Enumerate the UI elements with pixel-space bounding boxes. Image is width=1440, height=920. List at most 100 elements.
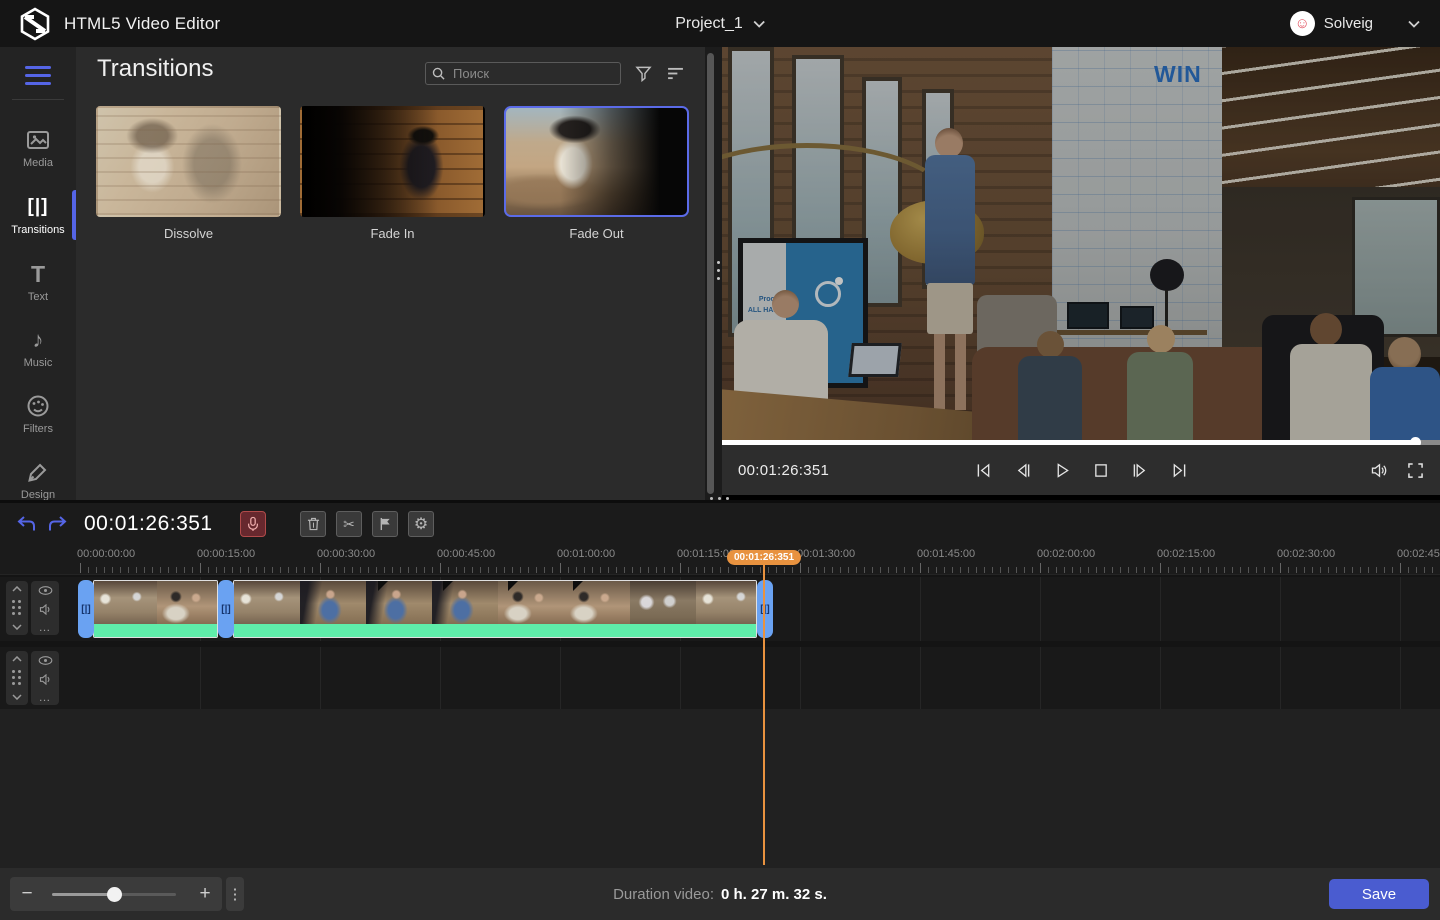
ruler-tick	[1056, 567, 1057, 573]
preview-video-frame[interactable]: WIN ProofALL HANDS	[722, 47, 1440, 445]
ruler-tick	[768, 567, 769, 573]
mute-speaker-icon[interactable]	[39, 604, 52, 615]
ruler-tick	[1016, 567, 1017, 573]
drag-handle-icon[interactable]	[12, 670, 22, 686]
transition-handle[interactable]: [|]	[218, 580, 234, 638]
skip-end-button[interactable]	[1168, 459, 1190, 481]
ruler-tick	[792, 567, 793, 573]
track-gridline	[920, 577, 921, 641]
play-button[interactable]	[1051, 459, 1073, 481]
ruler-tick	[616, 567, 617, 573]
ruler-tick	[984, 567, 985, 573]
video-clip[interactable]	[93, 580, 218, 638]
visibility-eye-icon[interactable]	[38, 656, 53, 665]
chevron-up-icon[interactable]	[12, 656, 22, 662]
app-title: HTML5 Video Editor	[64, 14, 220, 34]
timeline-resize-handle[interactable]	[710, 497, 729, 500]
sidebar-item-text[interactable]: T Text	[0, 251, 76, 313]
duration-info: Duration video: 0 h. 27 m. 32 s.	[0, 868, 1440, 920]
visibility-eye-icon[interactable]	[38, 586, 53, 595]
cut-button[interactable]: ✂	[336, 511, 362, 537]
transition-handle[interactable]: [|]	[78, 580, 94, 638]
video-clip[interactable]	[233, 580, 757, 638]
sidebar-item-music[interactable]: ♪ Music	[0, 317, 76, 379]
transition-thumbnail	[300, 106, 485, 217]
chevron-down-icon[interactable]	[12, 694, 22, 700]
sidebar-item-transitions[interactable]: [|] Transitions	[0, 184, 76, 246]
transition-handle[interactable]: [|]	[757, 580, 773, 638]
user-menu[interactable]: ☺ Solveig	[1290, 0, 1420, 47]
settings-button[interactable]: ⚙	[408, 511, 434, 537]
save-button[interactable]: Save	[1329, 879, 1429, 909]
track-gridline	[560, 647, 561, 709]
undo-button[interactable]	[14, 512, 38, 536]
divider-drag-handle[interactable]	[717, 261, 720, 280]
ruler-tick	[288, 567, 289, 573]
step-back-button[interactable]	[1012, 459, 1034, 481]
ruler-tick	[464, 567, 465, 573]
ruler-tick	[1064, 567, 1065, 573]
ruler-tick	[992, 567, 993, 573]
panel-scrollbar[interactable]	[707, 53, 714, 494]
marker-button[interactable]	[372, 511, 398, 537]
ruler-tick	[536, 567, 537, 573]
skip-start-button[interactable]	[973, 459, 995, 481]
record-voice-button[interactable]	[240, 511, 266, 537]
track-gridline	[320, 647, 321, 709]
transition-card-fade-in[interactable]: Fade In	[300, 106, 485, 241]
sort-button[interactable]	[662, 60, 688, 86]
volume-icon[interactable]	[1368, 459, 1390, 481]
project-selector[interactable]: Project_1	[675, 0, 765, 47]
video-preview: WIN ProofALL HANDS	[722, 47, 1440, 500]
playhead-time-badge[interactable]: 00:01:26:351	[727, 550, 801, 565]
track-gridline	[200, 647, 201, 709]
delete-button[interactable]	[300, 511, 326, 537]
ruler-tick	[312, 567, 313, 573]
ruler-tick	[432, 567, 433, 573]
ruler-tick	[1160, 563, 1161, 573]
ruler-tick	[200, 563, 201, 573]
ruler-tick	[376, 567, 377, 573]
ruler-tick	[752, 567, 753, 573]
fullscreen-icon[interactable]	[1404, 459, 1426, 481]
ruler-tick	[408, 567, 409, 573]
redo-button[interactable]	[46, 512, 70, 536]
track-1-controls: …	[31, 581, 59, 635]
playhead[interactable]	[763, 551, 765, 865]
search-input[interactable]	[451, 65, 614, 82]
ruler-tick	[512, 567, 513, 573]
timeline-ruler[interactable]: 00:00:00:0000:00:15:0000:00:30:0000:00:4…	[0, 545, 1440, 575]
filter-button[interactable]	[630, 60, 656, 86]
ruler-tick	[952, 567, 953, 573]
drag-handle-icon[interactable]	[12, 600, 22, 616]
ruler-tick	[656, 567, 657, 573]
ruler-tick	[1072, 567, 1073, 573]
ruler-tick	[1120, 567, 1121, 573]
track-more-icon[interactable]: …	[39, 624, 52, 630]
ruler-tick	[1216, 567, 1217, 573]
ruler-tick	[1376, 567, 1377, 573]
sidebar-item-filters[interactable]: Filters	[0, 383, 76, 445]
ruler-tick	[1304, 567, 1305, 573]
ruler-tick	[672, 567, 673, 573]
progress-knob[interactable]	[1410, 437, 1421, 445]
mute-speaker-icon[interactable]	[39, 674, 52, 685]
chevron-down-icon[interactable]	[12, 624, 22, 630]
track-gridline	[1160, 647, 1161, 709]
stop-button[interactable]	[1090, 459, 1112, 481]
menu-button[interactable]	[0, 55, 76, 95]
step-forward-button[interactable]	[1129, 459, 1151, 481]
track-more-icon[interactable]: …	[39, 694, 52, 700]
ruler-tick	[832, 567, 833, 573]
transition-thumbnail	[96, 106, 281, 217]
transition-card-fade-out[interactable]: Fade Out	[504, 106, 689, 241]
ruler-label: 00:01:00:00	[557, 548, 615, 560]
timeline-section: 00:01:26:351 ✂ ⚙ 00:00:00:0000:00:15:000…	[0, 500, 1440, 868]
ruler-tick	[1176, 567, 1177, 573]
panel-preview-divider[interactable]	[705, 47, 722, 500]
ruler-tick	[824, 567, 825, 573]
track-gridline	[800, 577, 801, 641]
chevron-up-icon[interactable]	[12, 586, 22, 592]
transition-card-dissolve[interactable]: Dissolve	[96, 106, 281, 241]
sidebar-item-media[interactable]: Media	[0, 117, 76, 179]
